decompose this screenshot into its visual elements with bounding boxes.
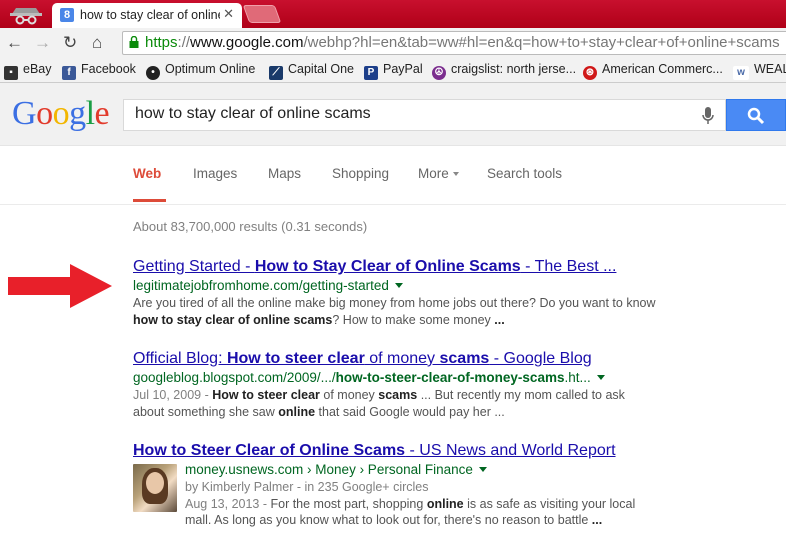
american-commerce-icon: ⊛	[583, 66, 597, 80]
chevron-down-icon	[452, 172, 459, 176]
active-tab-underline	[133, 199, 166, 202]
bookmark-paypal[interactable]: P PayPal	[364, 62, 423, 80]
result-body: money.usnews.com › Money › Personal Fina…	[185, 462, 653, 529]
result-stats: About 83,700,000 results (0.31 seconds)	[133, 219, 368, 234]
author-photo[interactable]	[133, 464, 177, 512]
search-result: How to Steer Clear of Online Scams - US …	[133, 442, 653, 529]
search-input[interactable]	[133, 104, 677, 124]
result-url: googleblog.blogspot.com/2009/.../how-to-…	[133, 370, 643, 385]
capital-one-icon: ⟋	[269, 66, 283, 80]
tab-web[interactable]: Web	[133, 166, 161, 181]
search-icon	[747, 107, 765, 125]
tab-images[interactable]: Images	[193, 166, 237, 181]
tab-search-tools[interactable]: Search tools	[487, 166, 562, 181]
result-title-link[interactable]: How to Steer Clear of Online Scams - US …	[133, 442, 653, 460]
author-line: by Kimberly Palmer - in 235 Google+ circ…	[185, 480, 429, 494]
bookmark-facebook[interactable]: f Facebook	[62, 62, 136, 80]
result-snippet: Aug 13, 2013 - For the most part, shoppi…	[185, 496, 636, 528]
forward-arrow-icon[interactable]: →	[34, 34, 51, 52]
tab-maps[interactable]: Maps	[268, 166, 301, 181]
search-tabs: Web Images Maps Shopping More Search too…	[0, 146, 786, 205]
dropdown-arrow-icon[interactable]	[394, 283, 403, 288]
back-arrow-icon[interactable]: ←	[6, 34, 23, 52]
result-url: legitimatejobfromhome.com/getting-starte…	[133, 278, 663, 293]
result-snippet: Are you tired of all the online make big…	[133, 296, 656, 327]
peace-icon: ☮	[432, 66, 446, 80]
search-button[interactable]	[726, 99, 786, 131]
tab-title: how to stay clear of online	[80, 8, 220, 22]
search-result: Getting Started - How to Stay Clear of O…	[133, 258, 663, 328]
tab-active[interactable]: 8 how to stay clear of online ✕	[52, 3, 242, 28]
bookmark-american-commerce[interactable]: ⊛ American Commerc...	[583, 62, 723, 80]
reload-icon[interactable]: ↻	[63, 34, 77, 52]
ebay-icon: ▪	[4, 66, 18, 80]
google-favicon-icon: 8	[60, 8, 74, 22]
paypal-icon: P	[364, 66, 378, 80]
result-title-link[interactable]: Getting Started - How to Stay Clear of O…	[133, 258, 663, 276]
microphone-icon[interactable]	[701, 106, 715, 126]
address-bar[interactable]: https://www.google.com/webhp?hl=en&tab=w…	[122, 31, 786, 55]
bookmark-ebay[interactable]: ▪ eBay	[4, 62, 52, 80]
browser-titlebar: 8 how to stay clear of online ✕	[0, 0, 786, 28]
optimum-icon: •	[146, 66, 160, 80]
bookmark-optimum[interactable]: • Optimum Online	[146, 62, 255, 80]
author-photo-face	[146, 472, 164, 494]
bookmarks-bar: ▪ eBay f Facebook • Optimum Online ⟋ Capital…	[0, 58, 786, 83]
close-tab-icon[interactable]: ✕	[223, 6, 234, 22]
facebook-icon: f	[62, 66, 76, 80]
tab-shopping[interactable]: Shopping	[332, 166, 389, 181]
search-result: Official Blog: How to steer clear of mon…	[133, 350, 643, 420]
result-url: money.usnews.com › Money › Personal Fina…	[185, 462, 653, 477]
dropdown-arrow-icon[interactable]	[478, 467, 487, 472]
search-box[interactable]	[123, 99, 726, 131]
tab-more[interactable]: More	[418, 166, 459, 181]
result-title-link[interactable]: Official Blog: How to steer clear of mon…	[133, 350, 643, 368]
red-arrow-icon	[8, 264, 112, 308]
result-snippet: Jul 10, 2009 - How to steer clear of mon…	[133, 388, 625, 419]
bookmark-craigslist[interactable]: ☮ craigslist: north jerse...	[432, 62, 576, 80]
browser-toolbar: ← → ↻ ⌂ https://www.google.com/webhp?hl=…	[0, 28, 786, 58]
incognito-icon	[10, 8, 42, 25]
bookmark-wealth[interactable]: wWEALT	[733, 62, 786, 80]
home-icon[interactable]: ⌂	[92, 34, 102, 52]
lock-icon	[129, 36, 139, 48]
wealth-icon: w	[733, 66, 749, 80]
google-logo[interactable]: Google	[12, 95, 110, 133]
new-tab-button[interactable]	[242, 5, 282, 23]
url-text: https://www.google.com/webhp?hl=en&tab=w…	[145, 34, 780, 51]
google-header: Google	[0, 83, 786, 146]
dropdown-arrow-icon[interactable]	[596, 375, 605, 380]
bookmark-capital-one[interactable]: ⟋ Capital One	[269, 62, 354, 80]
